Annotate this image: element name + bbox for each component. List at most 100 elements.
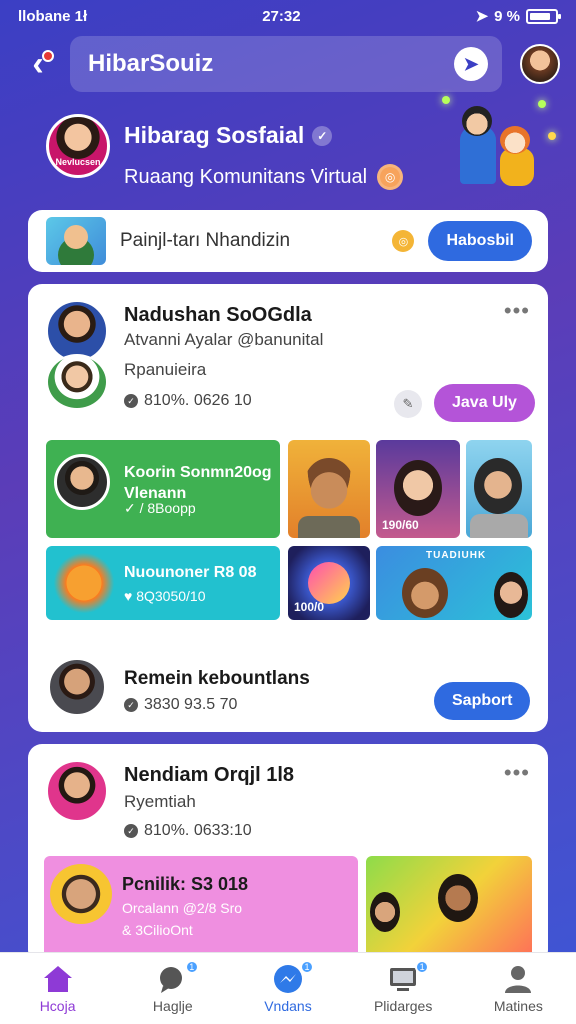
mascot-fox-head (500, 126, 530, 154)
post-category: Rpanuieira (124, 360, 207, 379)
shirt-shape (298, 516, 360, 538)
info-icon[interactable]: ◎ (377, 164, 404, 190)
author-avatar[interactable] (46, 760, 108, 822)
avatar-tag: Nevlucsen (55, 157, 101, 167)
check-icon: ✓ (124, 824, 138, 838)
more-options-icon[interactable]: ••• (504, 298, 530, 324)
nav-item-tv[interactable]: 1 Plidarges (353, 959, 453, 1014)
join-button[interactable]: Java Uly (434, 384, 535, 422)
photo-tile[interactable]: 190/60 (376, 440, 460, 538)
nav-badge: 1 (299, 959, 314, 974)
back-button[interactable]: ‹ (16, 42, 60, 86)
post-card: Nendiam Orqjl 1l8 Ryemtiah ✓ 810%. 0633:… (28, 744, 548, 964)
tile-subtitle: & 3CilioOnt (122, 922, 193, 938)
check-icon: ✓ (124, 394, 138, 408)
notification-dot (42, 50, 54, 62)
chat-icon (159, 966, 182, 993)
verified-icon: ✓ (312, 125, 333, 146)
spark-icon (548, 132, 556, 140)
sun-mascot-icon (54, 552, 114, 614)
home-icon (43, 965, 72, 992)
nav-label: Vndans (264, 997, 312, 1014)
community-title: Hibarag Sosfaial ✓ (124, 122, 333, 149)
tile-title: Nuounoner R8 08 (124, 564, 257, 581)
nav-label: Matines (493, 997, 543, 1014)
featured-tile-green[interactable]: Koorin Sonmn20og Vlenann ✓ / 8Boopp (46, 440, 280, 538)
support-button[interactable]: Sapbort (434, 682, 531, 720)
clock: 27:32 (262, 7, 301, 25)
coin-icon: ◎ (392, 230, 415, 252)
search-action-button[interactable]: Habosbil (428, 221, 532, 261)
community-subtitle-text: Ruaang Komunitans Virtual (124, 165, 368, 188)
spark-icon (442, 96, 450, 104)
nav-label: Haglje (152, 997, 193, 1014)
send-icon[interactable]: ➤ (454, 47, 488, 81)
member-avatar[interactable] (48, 658, 106, 716)
photo-badge: 190/60 (382, 518, 419, 532)
photo-tile[interactable] (466, 440, 532, 538)
post-stat-text: 810%. 0626 10 (144, 392, 252, 409)
tile-subtitle: Orcalann @2/8 Sro (122, 900, 243, 916)
photo-badge: 100/0 (294, 600, 325, 614)
more-options-icon[interactable]: ••• (504, 760, 530, 786)
featured-tile-teal[interactable]: Nuounoner R8 08 ♥ 8Q3050/10 (46, 546, 280, 620)
featured-tile-pink[interactable]: Pcnilik: S3 018 Orcalann @2/8 Sro & 3Cil… (44, 856, 358, 964)
post-stat-text: 810%. 0633:10 (144, 822, 252, 839)
check-icon: ✓ (124, 698, 138, 712)
mascot-boy-head (462, 106, 492, 136)
post-author-name[interactable]: Nendiam Orqjl 1l8 (124, 764, 294, 787)
tile-avatar (50, 864, 112, 924)
post-handle: Atvanni Ayalar @banunital (124, 330, 324, 349)
nav-item-chat[interactable]: 1 Haglje (123, 959, 223, 1014)
chevron-left-icon: ‹ (32, 44, 44, 83)
tile-subtitle: ✓ / 8Boopp (124, 500, 196, 516)
carrier-text: llobane 1ł (18, 7, 88, 25)
nav-label: Plidarges (373, 997, 433, 1014)
battery-percent: 9 % (494, 7, 520, 25)
status-bar: llobane 1ł 27:32 ➤ 9 % (0, 0, 576, 32)
member-stat-text: 3830 93.5 70 (144, 696, 238, 713)
tile-avatar (54, 454, 110, 510)
community-hero: Nevlucsen Hibarag Sosfaial ✓ Ruaang Komu… (40, 96, 560, 200)
app-title: HibarSouiz (88, 50, 214, 77)
person-image (394, 460, 442, 516)
community-title-text: Hibarag Sosfaial (124, 122, 305, 148)
app-header: ‹ HibarSouiz ➤ (0, 34, 576, 94)
photo-tile[interactable] (366, 856, 532, 964)
search-thumbnail (46, 217, 106, 265)
person-image (474, 458, 522, 514)
post-stats: ✓ 810%. 0633:10 (124, 822, 252, 840)
banner-tile[interactable]: TUADIUHK (376, 546, 532, 620)
music-tile[interactable]: 100/0 (288, 546, 370, 620)
wrench-icon[interactable]: ✎ (394, 390, 422, 418)
person-image (304, 458, 354, 512)
profile-avatar[interactable] (520, 44, 560, 84)
location-icon: ➤ (475, 8, 489, 25)
nav-badge: 1 (184, 959, 199, 974)
photo-tile[interactable] (288, 440, 370, 538)
nav-item-home[interactable]: Hcoja (8, 964, 108, 1014)
spark-icon (538, 100, 546, 108)
title-bar[interactable]: HibarSouiz ➤ (70, 36, 502, 92)
banner-text: TUADIUHK (426, 550, 487, 561)
battery-icon (526, 8, 561, 24)
author-avatar[interactable] (46, 300, 108, 362)
tile-title: Pcnilik: S3 018 (122, 874, 249, 894)
tile-subtitle: ♥ 8Q3050/10 (124, 588, 206, 604)
search-card[interactable]: Painjl-tarı Nhandizin ◎ Habosbil (28, 210, 548, 272)
person-image (402, 568, 448, 618)
post-author-name[interactable]: Nadushan SoOGdla (124, 304, 312, 327)
coauthor-avatar[interactable] (46, 354, 108, 410)
search-text[interactable]: Painjl-tarı Nhandizin (120, 230, 378, 252)
nav-badge: 1 (415, 959, 430, 974)
music-note-icon (308, 562, 350, 604)
nav-item-profile[interactable]: Matines (468, 964, 568, 1014)
nav-item-messenger[interactable]: 1 Vndans (238, 959, 338, 1014)
status-icons: ➤ 9 % (475, 7, 561, 25)
post-category: Ryemtiah (124, 792, 196, 811)
member-stats: ✓ 3830 93.5 70 (124, 696, 237, 714)
person-image (494, 572, 528, 618)
community-avatar[interactable]: Nevlucsen (46, 114, 110, 178)
member-name[interactable]: Remein kebountlans (124, 668, 310, 690)
person-image (370, 892, 400, 932)
